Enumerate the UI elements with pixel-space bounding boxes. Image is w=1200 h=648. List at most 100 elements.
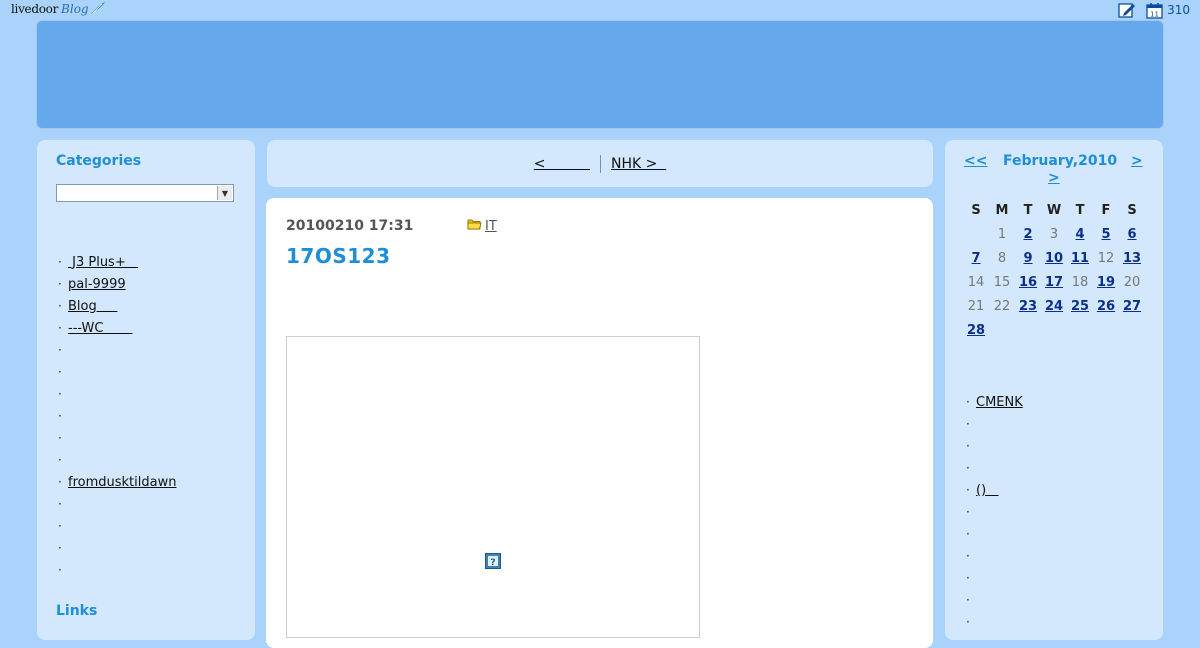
calendar-day: 23	[1015, 294, 1041, 318]
bullet-icon: ·	[58, 453, 62, 467]
calendar-day	[1119, 318, 1145, 342]
left-sidebar-link[interactable]: Blog	[68, 299, 117, 314]
calendar-day: 20	[1123, 274, 1141, 290]
left-sidebar-link[interactable]: pal-9999	[68, 277, 126, 292]
bullet-icon: ·	[58, 475, 62, 489]
logo-main-text: livedoor	[11, 2, 59, 16]
svg-text:?: ?	[490, 558, 495, 568]
bullet-icon: ·	[58, 343, 62, 357]
list-item: ·	[58, 339, 176, 361]
bullet-icon: ·	[966, 527, 970, 541]
calendar-day-link[interactable]: 7	[971, 251, 980, 266]
calendar-day-link[interactable]: 19	[1097, 275, 1115, 290]
post-image[interactable]: ?	[286, 336, 700, 638]
bullet-icon: ·	[966, 505, 970, 519]
calendar-icon[interactable]: 11	[1146, 2, 1163, 19]
entry-navigation: < NHK >	[267, 140, 933, 187]
calendar-day: 12	[1097, 250, 1115, 266]
calendar-week-row: 7 8 9 10 11 12 13	[963, 246, 1145, 270]
calendar-title: February,2010	[1003, 153, 1118, 169]
top-right-tools: 11 310	[1108, 1, 1190, 19]
calendar-weekday-row: SMTWTFS	[963, 198, 1145, 222]
calendar-weekday: F	[1101, 202, 1111, 218]
calendar-weekday: S	[971, 202, 981, 218]
list-item: ·	[966, 435, 1023, 457]
calendar-day-link[interactable]: 9	[1023, 251, 1032, 266]
calendar-day: 21	[967, 298, 985, 314]
calendar-day-link[interactable]: 27	[1123, 299, 1141, 314]
calendar-day-link[interactable]: 11	[1071, 251, 1089, 266]
list-item: ·	[58, 361, 176, 383]
bullet-icon: ·	[966, 461, 970, 475]
bullet-icon: ·	[966, 439, 970, 453]
list-item: ·	[58, 383, 176, 405]
right-sidebar-link[interactable]: CMENK	[976, 395, 1023, 410]
calendar-day-link[interactable]: 4	[1075, 227, 1084, 242]
list-item: ·	[58, 493, 176, 515]
calendar-weekday: S	[1127, 202, 1137, 218]
entry-count[interactable]: 310	[1167, 3, 1190, 17]
bullet-icon: ·	[58, 299, 62, 313]
chevron-down-icon[interactable]: ▼	[217, 186, 232, 200]
calendar-next-link[interactable]: >	[1131, 153, 1143, 169]
calendar-day-link[interactable]: 24	[1045, 299, 1063, 314]
category-select[interactable]: ▼	[56, 184, 234, 202]
calendar-day-link[interactable]: 25	[1071, 299, 1089, 314]
bullet-icon: ·	[966, 571, 970, 585]
livedoor-blog-logo[interactable]: livedoor Blog	[11, 0, 106, 18]
list-item: ·	[966, 545, 1023, 567]
left-link-list: · J3 Plus+ · pal-9999 · Blog · ---WC · · · · · · ·…	[58, 251, 176, 581]
calendar-week-row: 28	[963, 318, 1145, 342]
list-item: · ()	[966, 479, 1023, 501]
bullet-icon: ·	[966, 593, 970, 607]
post-category-link[interactable]: IT	[485, 219, 497, 234]
list-item: ·	[58, 515, 176, 537]
calendar-day-link[interactable]: 17	[1045, 275, 1063, 290]
calendar-day-link[interactable]: 13	[1123, 251, 1141, 266]
calendar-week-row: 14 15 16 17 18 19 20	[963, 270, 1145, 294]
calendar-day-link[interactable]: 28	[967, 323, 985, 338]
calendar-next-link-wrapped[interactable]: >	[1048, 170, 1060, 186]
next-entry-link[interactable]: NHK >	[611, 156, 666, 172]
broken-image-icon: ?	[485, 553, 501, 569]
calendar-prev-link[interactable]: <<	[964, 153, 987, 169]
bullet-icon: ·	[58, 563, 62, 577]
calendar-day-link[interactable]: 2	[1023, 227, 1032, 242]
calendar-day: 17	[1041, 270, 1067, 294]
list-item: ·	[966, 413, 1023, 435]
edit-icon[interactable]	[1118, 2, 1136, 18]
list-item: · J3 Plus+	[58, 251, 176, 273]
folder-icon	[467, 218, 482, 234]
calendar-grid: SMTWTFS 1 2 3 4 5 6 7 8 9 10 11 12 13 14 15 16 17 18 19 20 2…	[963, 198, 1145, 342]
calendar-day-link[interactable]: 16	[1019, 275, 1037, 290]
calendar-day-link[interactable]: 23	[1019, 299, 1037, 314]
list-item: ·	[58, 405, 176, 427]
calendar-day-link[interactable]: 6	[1127, 227, 1136, 242]
calendar-day: 5	[1093, 222, 1119, 246]
left-sidebar-link[interactable]: ---WC	[68, 321, 132, 336]
calendar-day-link[interactable]: 5	[1101, 227, 1110, 242]
calendar-day: 9	[1015, 246, 1041, 270]
bullet-icon: ·	[58, 277, 62, 291]
calendar-week-row: 1 2 3 4 5 6	[963, 222, 1145, 246]
calendar-day-link[interactable]: 10	[1045, 251, 1063, 266]
calendar-day: 18	[1071, 274, 1089, 290]
calendar-day: 13	[1119, 246, 1145, 270]
logo-blog-text: Blog	[61, 2, 89, 16]
left-sidebar-link[interactable]: J3 Plus+	[68, 255, 138, 270]
bullet-icon: ·	[966, 615, 970, 629]
list-item: ·	[58, 537, 176, 559]
list-item: ·	[58, 449, 176, 471]
blog-header-banner	[36, 20, 1164, 129]
left-sidebar-link[interactable]: fromdusktildawn	[68, 475, 176, 490]
list-item: ·	[966, 501, 1023, 523]
calendar-weekday: W	[1046, 202, 1062, 218]
calendar-day-link[interactable]: 26	[1097, 299, 1115, 314]
prev-entry-link[interactable]: <	[534, 156, 590, 172]
calendar-day: 11	[1067, 246, 1093, 270]
post-title[interactable]: 17OS123	[286, 244, 391, 268]
calendar-day	[1093, 318, 1119, 342]
bullet-icon: ·	[966, 395, 970, 409]
categories-title: Categories	[56, 153, 142, 169]
right-sidebar-link[interactable]: ()	[976, 483, 999, 498]
